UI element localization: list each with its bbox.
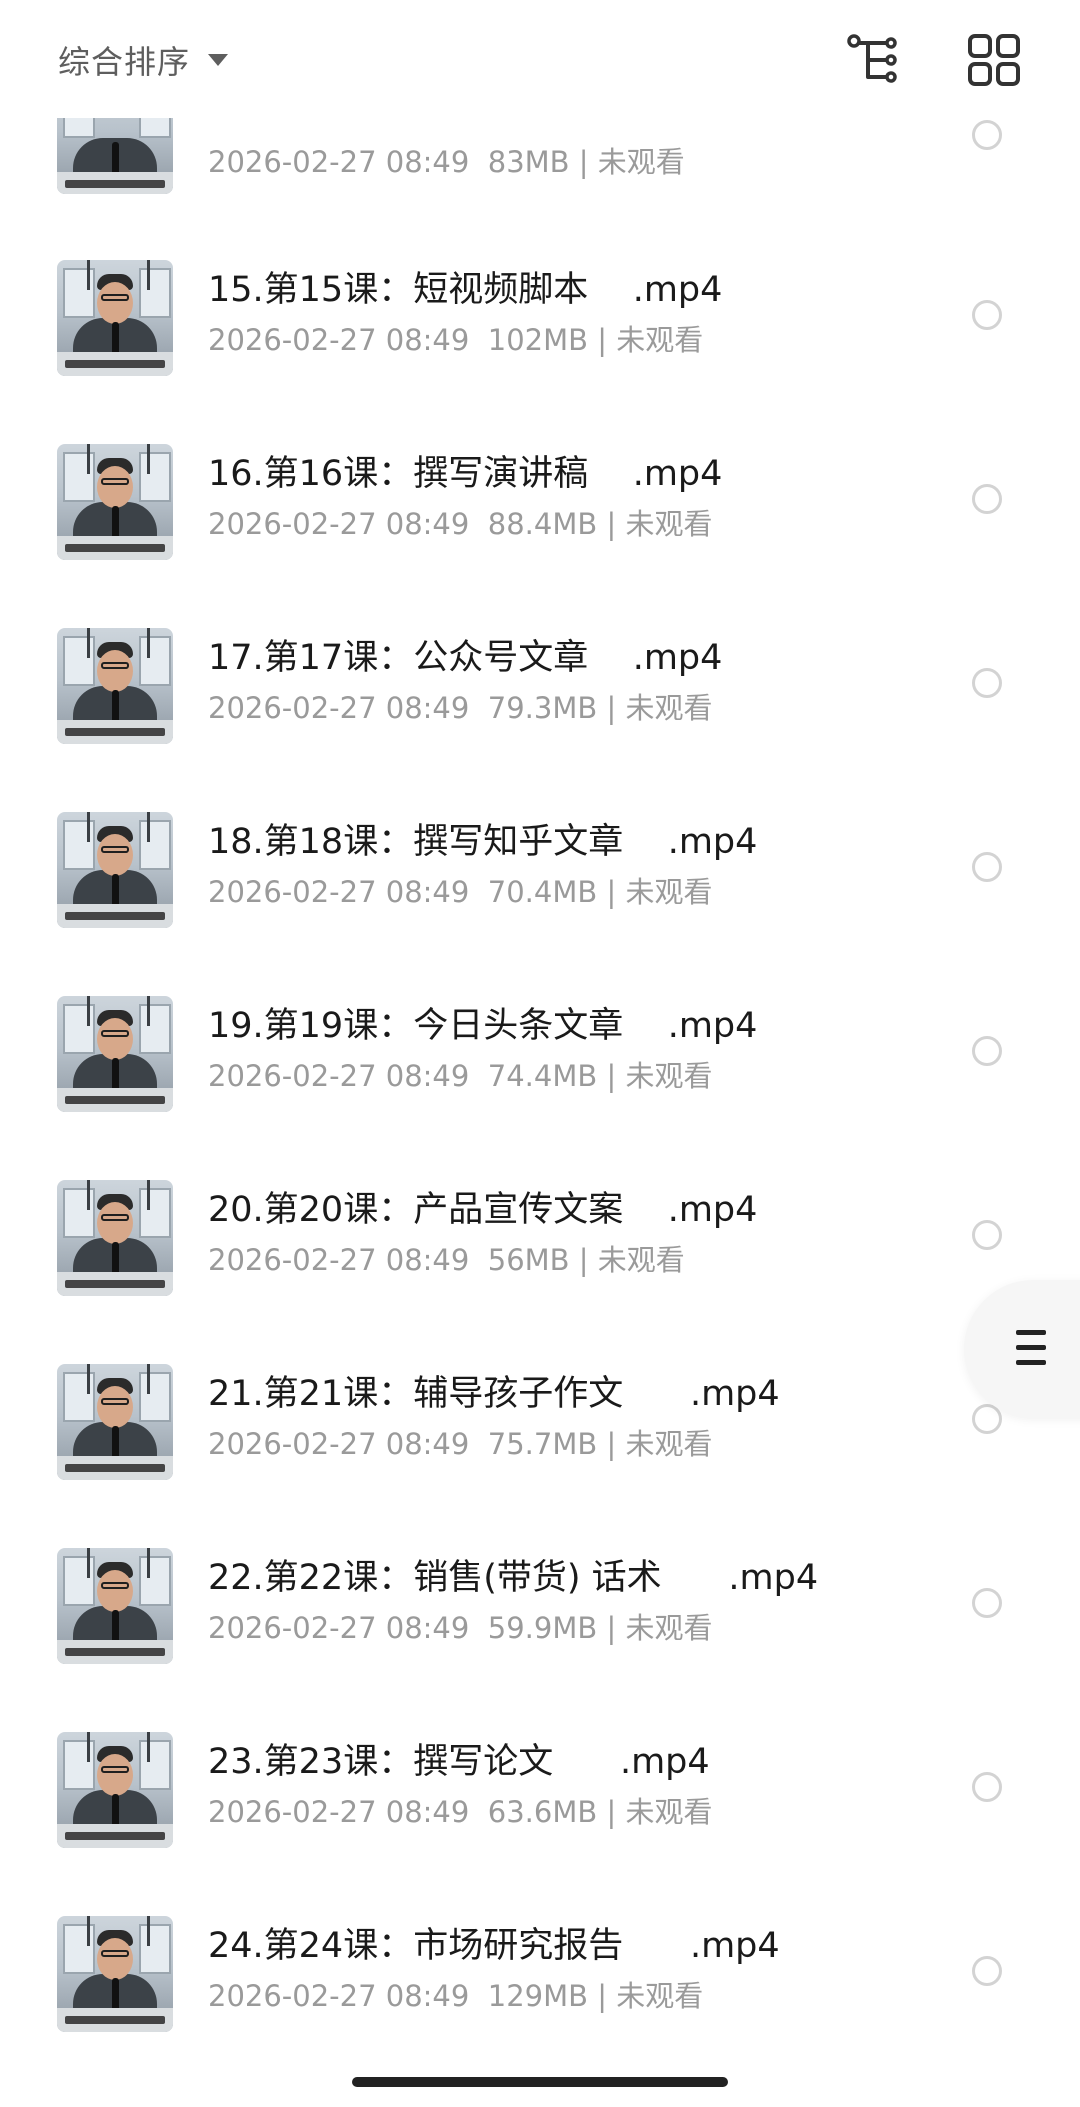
video-thumbnail [57,444,173,560]
top-toolbar: 综合排序 [0,0,1080,118]
select-radio[interactable] [972,668,1002,698]
select-radio[interactable] [972,484,1002,514]
select-radio[interactable] [972,120,1002,150]
sort-dropdown[interactable]: 综合排序 [58,34,229,86]
video-thumbnail [57,996,173,1112]
file-title: 20.第20课：产品宣传文案 .mp4 [208,1190,758,1230]
file-meta: 2026-02-27 08:49 70.4MB | 未观看 [208,875,713,909]
file-title: 15.第15课：短视频脚本 .mp4 [208,270,723,310]
file-row[interactable]: 22.第22课：销售(带货) 话术 .mp4 2026-02-27 08:49 … [0,1548,1080,1732]
file-meta: 2026-02-27 08:49 88.4MB | 未观看 [208,507,713,541]
file-meta: 2026-02-27 08:49 59.9MB | 未观看 [208,1611,713,1645]
file-meta: 2026-02-27 08:49 63.6MB | 未观看 [208,1795,713,1829]
file-meta: 2026-02-27 08:49 74.4MB | 未观看 [208,1059,713,1093]
file-row[interactable]: 17.第17课：公众号文章 .mp4 2026-02-27 08:49 79.3… [0,628,1080,812]
menu-lines-icon [1016,1330,1046,1366]
select-radio[interactable] [972,1220,1002,1250]
file-row[interactable]: 15.第15课：短视频脚本 .mp4 2026-02-27 08:49 102M… [0,260,1080,444]
file-title: 19.第19课：今日头条文章 .mp4 [208,1006,758,1046]
sort-label: 综合排序 [58,43,191,81]
video-thumbnail [57,260,173,376]
file-row[interactable]: 18.第18课：撰写知乎文章 .mp4 2026-02-27 08:49 70.… [0,812,1080,996]
file-title: 16.第16课：撰写演讲稿 .mp4 [208,454,723,494]
file-row[interactable]: 23.第23课：撰写论文 .mp4 2026-02-27 08:49 63.6M… [0,1732,1080,1916]
file-title: 22.第22课：销售(带货) 话术 .mp4 [208,1558,819,1598]
file-title: 23.第23课：撰写论文 .mp4 [208,1742,710,1782]
file-row[interactable]: 16.第16课：撰写演讲稿 .mp4 2026-02-27 08:49 88.4… [0,444,1080,628]
video-thumbnail [57,1364,173,1480]
tree-view-icon[interactable] [846,32,902,88]
select-radio[interactable] [972,852,1002,882]
file-meta: 2026-02-27 08:49 129MB | 未观看 [208,1979,704,2013]
file-meta: 2026-02-27 08:49 79.3MB | 未观看 [208,691,713,725]
video-thumbnail [57,1180,173,1296]
file-row[interactable]: 19.第19课：今日头条文章 .mp4 2026-02-27 08:49 74.… [0,996,1080,1180]
file-title: 24.第24课：市场研究报告 .mp4 [208,1926,780,1966]
file-title: 21.第21课：辅导孩子作文 .mp4 [208,1374,780,1414]
file-meta: 2026-02-27 08:49 56MB | 未观看 [208,1243,685,1277]
select-radio[interactable] [972,1036,1002,1066]
select-radio[interactable] [972,1956,1002,1986]
file-meta: 2026-02-27 08:49 83MB | 未观看 [208,145,685,179]
video-thumbnail [57,1732,173,1848]
file-title: 18.第18课：撰写知乎文章 .mp4 [208,822,758,862]
file-title: 17.第17课：公众号文章 .mp4 [208,638,723,678]
home-indicator[interactable] [352,2077,728,2087]
video-thumbnail [57,628,173,744]
grid-view-icon[interactable] [966,32,1022,88]
select-radio[interactable] [972,1772,1002,1802]
video-thumbnail [57,1916,173,2032]
file-row[interactable]: 21.第21课：辅导孩子作文 .mp4 2026-02-27 08:49 75.… [0,1364,1080,1548]
video-thumbnail [57,812,173,928]
select-radio[interactable] [972,1588,1002,1618]
file-meta: 2026-02-27 08:49 75.7MB | 未观看 [208,1427,713,1461]
file-row[interactable]: 20.第20课：产品宣传文案 .mp4 2026-02-27 08:49 56M… [0,1180,1080,1364]
caret-down-icon [208,54,229,66]
select-radio[interactable] [972,300,1002,330]
file-meta: 2026-02-27 08:49 102MB | 未观看 [208,323,704,357]
file-row[interactable]: 24.第24课：市场研究报告 .mp4 2026-02-27 08:49 129… [0,1916,1080,2100]
video-thumbnail [57,1548,173,1664]
